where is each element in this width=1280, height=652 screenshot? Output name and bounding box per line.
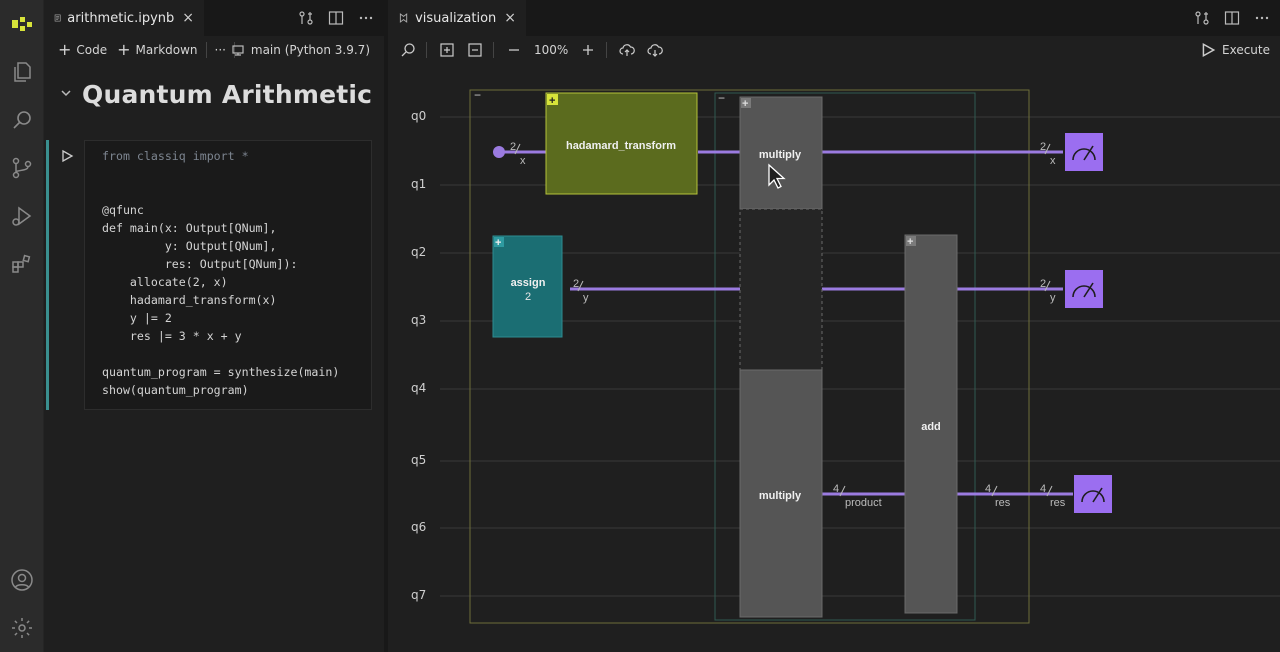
files-icon[interactable] [6, 56, 38, 88]
notebook-tabbar: arithmetic.ipynb × [44, 0, 384, 36]
measure-res[interactable] [1074, 475, 1112, 513]
code-line: allocate(2, x) [102, 275, 228, 289]
split-editor-icon[interactable] [328, 10, 344, 26]
code-line: res |= 3 * x + y [102, 329, 242, 343]
wire-count-label: 4 [833, 483, 839, 495]
expand-marker[interactable]: + [742, 98, 748, 110]
tab-notebook[interactable]: arithmetic.ipynb × [44, 0, 204, 36]
wire-name-label: product [845, 497, 882, 509]
notebook-tab-actions [298, 0, 374, 36]
markdown-cell[interactable]: Quantum Arithmetic [60, 80, 372, 109]
gate-label: multiply [759, 149, 802, 161]
code-line: quantum_program = synthesize(main) [102, 365, 340, 379]
multiply-gate-upper[interactable]: + multiply [739, 96, 823, 210]
gate-value: 2 [525, 291, 531, 303]
code-cell[interactable]: from classiq import * @qfunc def main(x:… [84, 140, 372, 410]
assign-gate[interactable]: + assign 2 [492, 235, 563, 338]
plus-icon: + [117, 40, 131, 59]
wire-count-label: 4 [985, 483, 991, 495]
expand-marker[interactable]: + [907, 236, 913, 248]
wire-name-label: res [1050, 497, 1066, 509]
more-actions-icon[interactable] [358, 10, 374, 26]
visualization-pane: visualization × 100% Execute q0 q1 q2 q3… [388, 0, 1280, 652]
kernel-icon [232, 45, 244, 56]
add-markdown-button[interactable]: + Markdown [117, 40, 198, 59]
toolbar-more-button[interactable]: ··· [215, 43, 226, 57]
notebook-heading: Quantum Arithmetic [82, 80, 373, 109]
code-line: @qfunc [102, 203, 144, 217]
activity-bar [0, 0, 44, 652]
close-icon[interactable]: × [182, 10, 194, 26]
play-icon [62, 149, 74, 163]
toolbar-divider [205, 42, 207, 58]
source-control-icon[interactable] [6, 152, 38, 184]
toolbar-more-label: ··· [214, 43, 226, 57]
kernel-selector[interactable]: main (Python 3.9.7) [231, 43, 370, 57]
kernel-label: main (Python 3.9.7) [250, 43, 370, 57]
wire-name-label: x [1050, 155, 1056, 167]
wire-count-label: 2 [573, 278, 579, 290]
measure-y[interactable] [1065, 270, 1103, 308]
code-line: show(quantum_program) [102, 383, 249, 397]
quantum-circuit: − − 2 x 2 x 2 y 2 y 4 product 4 res 4 re… [440, 88, 1280, 624]
notebook-file-icon [54, 14, 61, 22]
wire-count-label: 2 [510, 141, 516, 153]
measure-gate[interactable] [1065, 133, 1103, 171]
wire-name-label: y [583, 292, 589, 304]
expand-marker[interactable]: + [549, 95, 555, 107]
run-debug-icon[interactable] [6, 200, 38, 232]
code-line: from classiq import * [102, 147, 371, 165]
tab-notebook-label: arithmetic.ipynb [67, 10, 175, 26]
add-markdown-label: Markdown [135, 43, 198, 57]
search-icon[interactable] [6, 104, 38, 136]
run-cell-button[interactable] [60, 148, 74, 167]
add-code-button[interactable]: + Code [58, 40, 108, 59]
wire-name-label: res [995, 497, 1011, 509]
collapse-marker[interactable]: − [474, 88, 481, 102]
code-line: y |= 2 [102, 311, 172, 325]
notebook-toolbar: + Code + Markdown ··· main (Python 3.9.7… [44, 36, 384, 64]
extensions-icon[interactable] [6, 248, 38, 280]
code-line: y: Output[QNum], [102, 239, 277, 253]
collapse-marker[interactable]: − [718, 91, 725, 105]
settings-gear-icon[interactable] [6, 612, 38, 644]
wire-name-label: x [520, 155, 526, 167]
wire-count-label: 4 [1040, 483, 1046, 495]
allocate-dot [493, 146, 505, 158]
plus-icon: + [58, 40, 72, 59]
measure-gate[interactable] [1065, 270, 1103, 308]
measure-gate[interactable] [1074, 475, 1112, 513]
code-line: res: Output[QNum]): [102, 257, 298, 271]
account-icon[interactable] [6, 564, 38, 596]
chevron-down-icon[interactable] [60, 87, 72, 102]
code-text: from classiq import * [102, 149, 249, 163]
wire-name-label: y [1050, 292, 1056, 304]
code-line: def main(x: Output[QNum], [102, 221, 277, 235]
multiply-gate-span [739, 208, 823, 371]
gate-label: hadamard_transform [566, 140, 676, 152]
gate-label: add [921, 421, 941, 433]
wire-count-label: 2 [1040, 141, 1046, 153]
multiply-gate-lower[interactable]: multiply [739, 369, 823, 618]
hadamard-transform-gate[interactable]: + hadamard_transform [545, 92, 698, 195]
compare-changes-icon[interactable] [298, 10, 314, 26]
notebook-pane: arithmetic.ipynb × + Code + Markdown ···… [44, 0, 384, 652]
gate-label: multiply [759, 490, 802, 502]
expand-marker[interactable]: + [495, 237, 501, 249]
wire-count-label: 2 [1040, 278, 1046, 290]
classiq-logo-icon[interactable] [6, 8, 38, 40]
code-line: hadamard_transform(x) [102, 293, 277, 307]
add-gate[interactable]: + add [904, 234, 958, 614]
measure-x[interactable] [1065, 133, 1103, 171]
add-code-label: Code [76, 43, 108, 57]
gate-label: assign [511, 277, 546, 289]
cell-focus-indicator [46, 140, 49, 410]
